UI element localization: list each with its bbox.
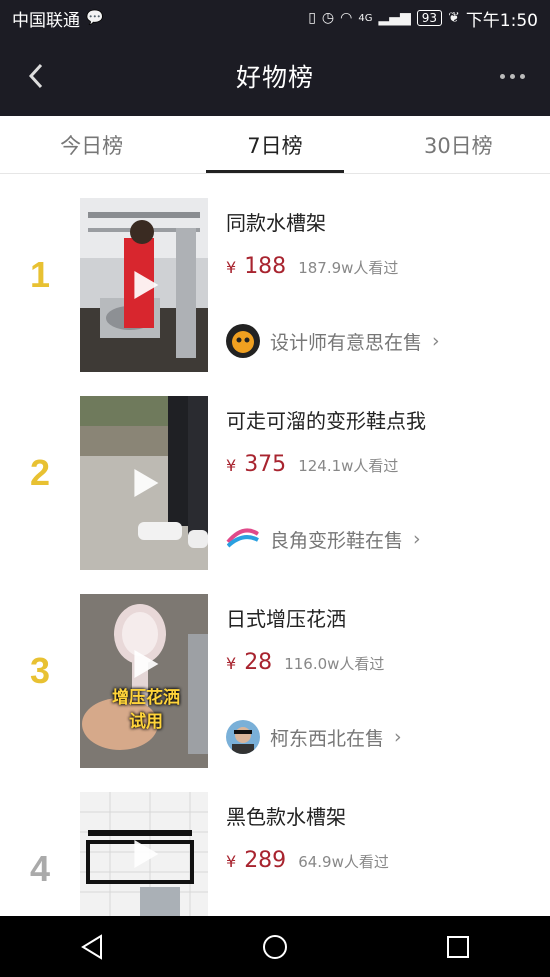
seller-link[interactable]: 柯东西北在售 › [226,720,402,754]
view-count: 124.1w人看过 [298,457,399,475]
chevron-right-icon: › [432,330,440,352]
seller-avatar [226,720,260,754]
price-value: 289 [244,848,287,873]
currency-symbol: ¥ [226,852,237,871]
currency-symbol: ¥ [226,258,237,277]
overlay-caption: 试用 [129,712,163,732]
page-title: 好物榜 [235,63,314,92]
product-title: 可走可溜的变形鞋点我 [226,409,426,433]
nav-home-button[interactable] [245,927,305,967]
currency-symbol: ¥ [226,654,237,673]
leaf-icon: ❦ [448,10,460,26]
product-image [80,594,208,768]
nav-recents-button[interactable] [428,927,488,967]
triangle-back-icon [80,933,102,960]
signal-icon: ▂▄▆ [378,10,411,26]
list-item[interactable]: 3 增压花洒 试用 日式增压花洒 ¥ 28 116.0w人看过 柯东西北在售 › [0,570,550,768]
carrier-label: 中国联通 [12,10,80,31]
system-nav-bar [0,916,550,977]
list-item[interactable]: 1 同款水槽架 ¥ 188 187.9w人看过 设计师有意思在售 › [0,174,550,372]
vibrate-icon: ▯ [308,10,316,26]
seller-name: 设计师有意思在售 [270,331,423,354]
more-dot [519,73,525,79]
circle-home-icon [262,934,287,959]
message-icon: 💬 [86,10,104,26]
chevron-left-icon [28,63,43,89]
header-bar: 好物榜 [0,36,550,116]
price-row: ¥ 375 124.1w人看过 [226,452,398,477]
chevron-right-icon: › [394,726,402,748]
wifi-icon: ◠ [340,10,353,26]
product-title: 同款水槽架 [226,211,326,235]
play-icon [134,840,159,868]
play-icon [134,469,159,497]
view-count: 116.0w人看过 [284,655,385,673]
video-thumbnail[interactable] [80,198,208,372]
price-value: 375 [244,452,287,477]
seller-name: 良角变形鞋在售 [270,529,404,552]
chevron-right-icon: › [413,528,421,550]
clock-time: 下午1:50 [465,10,538,31]
seller-link[interactable]: 设计师有意思在售 › [226,324,440,358]
more-button[interactable] [492,58,532,94]
battery-level: 93 [416,10,443,26]
product-title: 黑色款水槽架 [226,805,346,829]
tab-today[interactable]: 今日榜 [0,116,183,173]
overlay-caption: 增压花洒 [112,688,180,708]
view-count: 187.9w人看过 [298,259,399,277]
rank-number: 4 [29,848,51,889]
price-row: ¥ 289 64.9w人看过 [226,848,389,873]
ranking-tabs: 今日榜 7日榜 30日榜 [0,116,550,174]
more-dot [509,73,515,79]
play-icon [134,649,159,678]
rank-number: 1 [29,254,51,295]
video-thumbnail[interactable]: 增压花洒 试用 [80,594,208,768]
tab-7-days[interactable]: 7日榜 [183,116,366,173]
price-row: ¥ 28 116.0w人看过 [226,650,384,675]
price-value: 188 [244,254,287,279]
list-item[interactable]: 2 可走可溜的变形鞋点我 ¥ 375 124.1w人看过 良角变形鞋在售 › [0,372,550,570]
view-count: 64.9w人看过 [298,853,389,871]
video-thumbnail[interactable] [80,792,208,916]
more-dots-icon [499,73,505,79]
status-bar: 中国联通 💬 ▯ ◷ ◠ 4G ▂▄▆ 93 ❦ 下午1:50 [0,0,550,36]
play-icon [134,271,159,299]
tab-30-days[interactable]: 30日榜 [367,116,550,173]
price-row: ¥ 188 187.9w人看过 [226,254,398,279]
nav-back-button[interactable] [62,927,122,967]
currency-symbol: ¥ [226,456,237,475]
rank-number: 2 [29,452,51,493]
seller-avatar [226,324,260,358]
product-title: 日式增压花洒 [226,607,346,631]
seller-link[interactable]: 良角变形鞋在售 › [226,522,421,556]
alarm-icon: ◷ [321,10,335,26]
back-button[interactable] [18,58,54,94]
network-type-label: 4G [358,12,373,24]
price-value: 28 [244,650,273,675]
rank-number: 3 [29,650,51,691]
square-recents-icon [447,935,470,958]
seller-avatar [226,522,260,556]
seller-name: 柯东西北在售 [270,727,385,750]
video-thumbnail[interactable] [80,396,208,570]
